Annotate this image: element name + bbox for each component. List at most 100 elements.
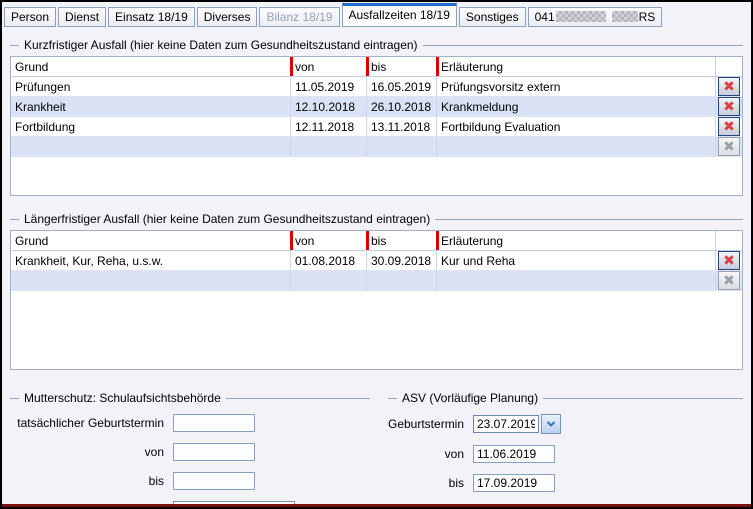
cell-actions: ✖ [715, 117, 742, 136]
delete-row-button[interactable]: ✖ [718, 97, 740, 116]
field-label-bis: bis [388, 476, 473, 490]
cell-grund[interactable] [11, 137, 290, 156]
cell-von[interactable]: 12.11.2018 [290, 117, 366, 136]
window-bottom-accent-line [2, 504, 751, 507]
asv-bis-input[interactable] [473, 474, 555, 492]
group-title-asv: ASV (Vorläufige Planung) [388, 391, 743, 405]
delete-icon: ✖ [723, 100, 735, 114]
cell-actions: ✖ [715, 97, 742, 116]
asv-group: ASV (Vorläufige Planung) Geburtstermin v… [388, 386, 743, 509]
cell-bis[interactable] [366, 271, 436, 290]
tab-diverses[interactable]: Diverses [197, 7, 258, 27]
cell-erlaeuterung[interactable]: Fortbildung Evaluation [436, 117, 715, 136]
column-header-bis[interactable]: bis [366, 231, 436, 250]
tab-sonstiges[interactable]: Sonstiges [459, 7, 526, 27]
delete-row-button[interactable]: ✖ [718, 77, 740, 96]
cell-grund[interactable]: Krankheit, Kur, Reha, u.s.w. [11, 251, 290, 270]
separator-line [10, 45, 19, 46]
mutterschutz-von-input[interactable] [173, 443, 255, 461]
form-row: Geburtstermin [388, 414, 743, 434]
group-label: ASV (Vorläufige Planung) [402, 391, 538, 405]
asv-von-input[interactable] [473, 445, 555, 463]
cell-actions: ✖ [715, 77, 742, 96]
mutterschutz-group: Mutterschutz: Schulaufsichtsbehörde tats… [10, 386, 370, 509]
tatsaechlicher-geburtstermin-input[interactable] [173, 414, 255, 432]
field-label-von: von [10, 445, 173, 459]
cell-von[interactable] [290, 137, 366, 156]
column-header-bis[interactable]: bis [366, 57, 436, 76]
column-header-erlaeuterung[interactable]: Erläuterung [436, 57, 715, 76]
cell-bis[interactable] [366, 137, 436, 156]
cell-grund[interactable]: Prüfungen [11, 77, 290, 96]
column-header-grund[interactable]: Grund [11, 231, 290, 250]
field-label-bis: bis [10, 474, 173, 488]
group-title-mutterschutz: Mutterschutz: Schulaufsichtsbehörde [10, 391, 370, 405]
form-row: tatsächlicher Geburtstermin [10, 414, 370, 432]
cell-bis[interactable]: 16.05.2019 [366, 77, 436, 96]
cell-von[interactable]: 01.08.2018 [290, 251, 366, 270]
delete-icon: ✖ [723, 140, 735, 154]
cell-von[interactable] [290, 271, 366, 290]
geburtstermin-dropdown-button[interactable] [541, 414, 561, 434]
delete-icon: ✖ [723, 80, 735, 94]
column-header-erlaeuterung[interactable]: Erläuterung [436, 231, 715, 250]
tab-person[interactable]: Person [4, 7, 56, 27]
column-header-actions [715, 231, 742, 250]
form-row: von [10, 443, 370, 461]
redacted-text-block [556, 11, 606, 22]
delete-icon: ✖ [723, 120, 735, 134]
cell-grund[interactable] [11, 271, 290, 290]
cell-bis[interactable]: 13.11.2018 [366, 117, 436, 136]
separator-line [423, 45, 743, 46]
mutterschutz-bis-input[interactable] [173, 472, 255, 490]
separator-line [435, 219, 743, 220]
tab-personal-id[interactable]: 041RS [528, 7, 663, 27]
cell-bis[interactable]: 26.10.2018 [366, 97, 436, 116]
tab-bar: Person Dienst Einsatz 18/19 Diverses Bil… [2, 2, 751, 27]
tab-ausfallzeiten-18-19[interactable]: Ausfallzeiten 18/19 [342, 3, 457, 27]
table-row: Fortbildung 12.11.2018 13.11.2018 Fortbi… [11, 117, 742, 137]
cell-erlaeuterung[interactable]: Prüfungsvorsitz extern [436, 77, 715, 96]
cell-erlaeuterung[interactable]: Krankmeldung [436, 97, 715, 116]
tab-dienst[interactable]: Dienst [58, 7, 106, 27]
table-row-empty: ✖ [11, 271, 742, 291]
cell-erlaeuterung[interactable]: Kur und Reha [436, 251, 715, 270]
table-row: Prüfungen 11.05.2019 16.05.2019 Prüfungs… [11, 77, 742, 97]
column-header-von[interactable]: von [290, 231, 366, 250]
column-header-von[interactable]: von [290, 57, 366, 76]
delete-row-button-disabled: ✖ [718, 271, 740, 290]
delete-row-button[interactable]: ✖ [718, 117, 740, 136]
separator-line [388, 398, 397, 399]
table-row: Krankheit 12.10.2018 26.10.2018 Krankmel… [11, 97, 742, 117]
cell-erlaeuterung[interactable] [436, 271, 715, 290]
group-title-kurzfristiger-ausfall: Kurzfristiger Ausfall (hier keine Daten … [10, 38, 743, 52]
redacted-text-block [612, 11, 638, 22]
delete-icon: ✖ [723, 254, 735, 268]
group-label: Mutterschutz: Schulaufsichtsbehörde [24, 391, 221, 405]
cell-actions: ✖ [715, 251, 742, 270]
tab-page-content: Kurzfristiger Ausfall (hier keine Daten … [2, 27, 751, 509]
cell-von[interactable]: 12.10.2018 [290, 97, 366, 116]
column-header-grund[interactable]: Grund [11, 57, 290, 76]
delete-icon: ✖ [723, 274, 735, 288]
table-row: Krankheit, Kur, Reha, u.s.w. 01.08.2018 … [11, 251, 742, 271]
bottom-forms: Mutterschutz: Schulaufsichtsbehörde tats… [10, 386, 743, 509]
form-row: bis [388, 474, 743, 492]
laengerfristig-table: Grund von bis Erläuterung Krankheit, Kur… [10, 230, 743, 370]
field-label-von: von [388, 447, 473, 461]
cell-erlaeuterung[interactable] [436, 137, 715, 156]
tab-einsatz-18-19[interactable]: Einsatz 18/19 [108, 7, 195, 27]
cell-von[interactable]: 11.05.2019 [290, 77, 366, 96]
cell-grund[interactable]: Fortbildung [11, 117, 290, 136]
table-header-row: Grund von bis Erläuterung [11, 231, 742, 251]
cell-bis[interactable]: 30.09.2018 [366, 251, 436, 270]
form-row: bis [10, 472, 370, 490]
cell-grund[interactable]: Krankheit [11, 97, 290, 116]
form-row: von [388, 445, 743, 463]
geburtstermin-input[interactable] [473, 415, 539, 433]
column-header-actions [715, 57, 742, 76]
separator-line [10, 219, 19, 220]
tab-id-prefix: 041 [535, 10, 555, 24]
group-label: Längerfristiger Ausfall (hier keine Date… [24, 212, 430, 226]
delete-row-button[interactable]: ✖ [718, 251, 740, 270]
